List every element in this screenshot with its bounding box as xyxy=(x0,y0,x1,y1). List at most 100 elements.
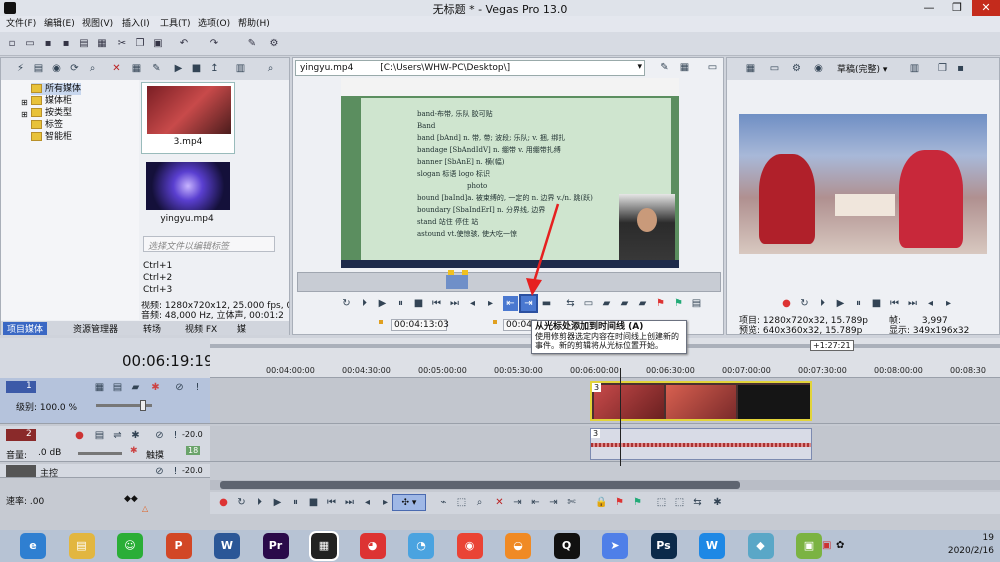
marker-icon[interactable]: ⚑ xyxy=(653,296,668,311)
trimmer-tool-icon[interactable]: ✎ xyxy=(657,60,672,75)
taskbar-feishu-icon[interactable]: ➤ xyxy=(602,533,628,559)
next-frame-icon[interactable]: ▸ xyxy=(378,495,393,510)
video-track-header[interactable]: 1 ▦ ▤ ▰ ✱ ⊘ ! 级别: 100.0 % xyxy=(0,378,210,424)
taskbar-photoshop-icon[interactable]: Ps xyxy=(650,533,677,559)
search-icon[interactable]: ⌕ xyxy=(85,61,100,76)
stop-icon[interactable]: ■ xyxy=(306,495,321,510)
media-thumb-3mp4[interactable]: 3.mp4 xyxy=(141,82,235,154)
pause-icon[interactable]: ⏸ xyxy=(851,296,866,311)
motion-icon[interactable]: ▦ xyxy=(92,380,107,395)
play-icon[interactable]: ▶ xyxy=(270,495,285,510)
volume-slider[interactable] xyxy=(78,452,122,455)
forward-icon[interactable]: ▸ xyxy=(483,296,498,311)
audio-track-lane[interactable]: 3 xyxy=(210,426,1000,462)
play-icon[interactable]: ▶ xyxy=(171,61,186,76)
touch-icon[interactable]: ✱ xyxy=(130,446,138,456)
gear-icon[interactable]: ✱ xyxy=(128,428,143,443)
settings-icon[interactable]: ⚙ xyxy=(266,36,282,52)
overlays-icon[interactable]: ▥ xyxy=(907,61,922,76)
open-icon[interactable]: ▭ xyxy=(22,36,38,52)
split-icon[interactable]: ◉ xyxy=(811,61,826,76)
fx-icon[interactable]: ▤ xyxy=(110,380,125,395)
rate-slider-icon[interactable]: ◆◆ xyxy=(124,494,138,504)
master-track-header[interactable]: 主控 ⊘ ! -20.0 xyxy=(0,464,210,479)
color2-icon[interactable]: ▰ xyxy=(617,296,632,311)
tab-transitions[interactable]: 转场 xyxy=(143,322,161,335)
tray-icon[interactable]: ✿ xyxy=(836,540,844,551)
trim-start-icon[interactable]: ⇤ xyxy=(528,495,543,510)
play-from-start-icon[interactable]: ⏵ xyxy=(252,495,267,510)
play-from-start-icon[interactable]: ⏵ xyxy=(357,296,372,311)
trimmer-monitor-icon[interactable]: ▭ xyxy=(705,60,720,75)
region-icon[interactable]: ▭ xyxy=(581,296,596,311)
prev-frame-icon[interactable]: ◂ xyxy=(360,495,375,510)
save-snapshot-icon[interactable]: ▪ xyxy=(953,61,968,76)
arm-record-icon[interactable]: ● xyxy=(72,428,87,443)
rewind-icon[interactable]: ◂ xyxy=(465,296,480,311)
taskbar-qq-icon[interactable]: Q xyxy=(553,533,580,559)
taskbar-explorer-icon[interactable]: ▤ xyxy=(68,533,95,559)
expand-icon[interactable]: ⊞ xyxy=(21,98,28,107)
mute-icon[interactable]: ⊘ xyxy=(172,380,187,395)
maximize-button[interactable]: ❐ xyxy=(944,0,970,16)
mute-icon[interactable]: ⊘ xyxy=(152,428,167,443)
wand-icon[interactable]: ✎ xyxy=(244,36,260,52)
taskbar-wechat-icon[interactable]: ☺ xyxy=(117,533,143,559)
fx-icon[interactable]: ⚙ xyxy=(789,61,804,76)
taskbar-ccleaner-icon[interactable]: ◕ xyxy=(359,533,386,559)
zoom-icon[interactable]: ⌕ xyxy=(263,61,278,76)
taskbar-tool-icon[interactable]: ◆ xyxy=(747,533,774,559)
zoom-icon[interactable]: ⌕ xyxy=(472,495,487,510)
record-icon[interactable]: ● xyxy=(779,296,794,311)
menu-view[interactable]: 视图(V) xyxy=(78,16,117,32)
redo-icon[interactable]: ↷ xyxy=(206,36,222,52)
trimmer-mode-icon[interactable]: ▦ xyxy=(677,60,692,75)
solo-icon[interactable]: ! xyxy=(168,464,183,479)
taskbar-uc-icon[interactable]: ◒ xyxy=(505,533,531,559)
taskbar-powerpoint-icon[interactable]: P xyxy=(165,533,192,559)
timeline-scrollbar[interactable] xyxy=(210,480,1000,490)
delete-icon[interactable]: ✕ xyxy=(109,61,124,76)
tab-project-media[interactable]: 项目媒体 xyxy=(3,322,48,335)
menu-insert[interactable]: 插入(I) xyxy=(118,16,154,32)
stop-icon[interactable]: ■ xyxy=(869,296,884,311)
envelope-icon[interactable]: ⌁ xyxy=(436,495,451,510)
lock-icon[interactable]: 🔒 xyxy=(594,495,609,510)
loop-icon[interactable]: ↻ xyxy=(339,296,354,311)
external-monitor-icon[interactable]: ▭ xyxy=(767,61,782,76)
properties-icon[interactable]: ▦ xyxy=(743,61,758,76)
network-icon[interactable]: ▣ xyxy=(822,540,831,551)
rewind-icon[interactable]: ◂ xyxy=(923,296,938,311)
color3-icon[interactable]: ▰ xyxy=(635,296,650,311)
go-end-icon[interactable]: ⏭ xyxy=(342,495,357,510)
save-as-icon[interactable]: ▪ xyxy=(58,36,74,52)
go-start-icon[interactable]: ⏮ xyxy=(324,495,339,510)
menu-help[interactable]: 帮助(H) xyxy=(234,16,274,32)
auto-ripple-icon[interactable]: ⬚ xyxy=(672,495,687,510)
save-icon[interactable]: ▪ xyxy=(40,36,56,52)
play-icon[interactable]: ▶ xyxy=(375,296,390,311)
close-button[interactable]: ✕ xyxy=(972,0,1000,16)
cursor-time[interactable]: 00:06:19:19 xyxy=(122,352,214,370)
taskbar-chrome-icon[interactable]: ◉ xyxy=(456,533,483,559)
menu-edit[interactable]: 编辑(E) xyxy=(40,16,79,32)
video-track-lane[interactable]: 3 xyxy=(210,378,1000,424)
play-icon[interactable]: ▶ xyxy=(833,296,848,311)
invert-icon[interactable]: ⇌ xyxy=(110,428,125,443)
playhead[interactable] xyxy=(620,368,621,466)
composite-icon[interactable]: ▰ xyxy=(128,380,143,395)
taskbar-vegas-icon[interactable]: ▦ xyxy=(309,531,339,561)
next-icon[interactable]: ⏭ xyxy=(905,296,920,311)
loop-icon[interactable]: ↻ xyxy=(234,495,249,510)
stop-icon[interactable]: ■ xyxy=(189,61,204,76)
record-icon[interactable]: ● xyxy=(216,495,231,510)
solo-icon[interactable]: ! xyxy=(190,380,205,395)
quality-select[interactable]: 草稿(完整) ▾ xyxy=(837,62,887,75)
tab-video-fx[interactable]: 视频 FX xyxy=(185,322,217,335)
solo-icon[interactable]: ! xyxy=(168,428,183,443)
level-slider[interactable] xyxy=(96,400,152,411)
trim-end-icon[interactable]: ⇥ xyxy=(546,495,561,510)
delete-icon[interactable]: ✕ xyxy=(492,495,507,510)
loop-icon[interactable]: ↻ xyxy=(797,296,812,311)
autocrossfade-icon[interactable]: ✱ xyxy=(710,495,725,510)
